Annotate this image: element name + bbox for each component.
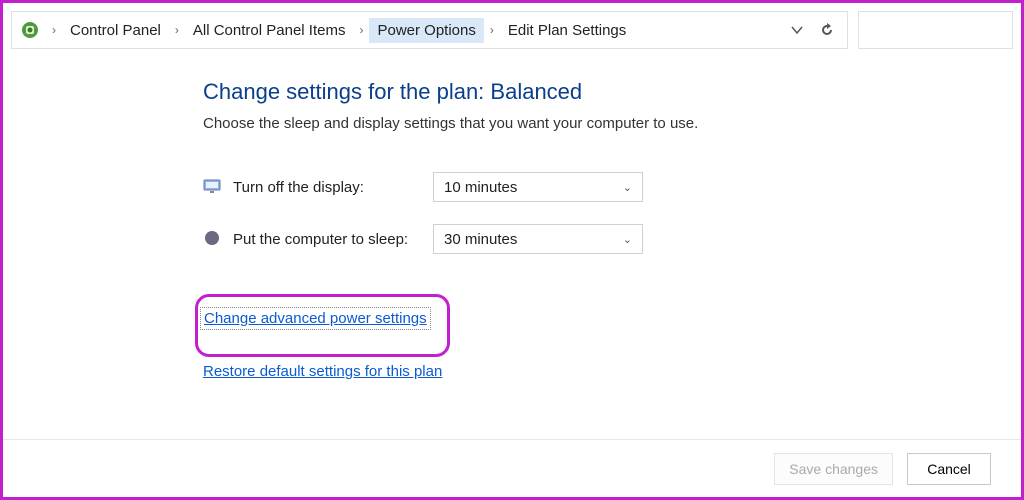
display-icon	[203, 177, 223, 197]
history-dropdown-icon[interactable]	[783, 16, 811, 44]
breadcrumb-control-panel[interactable]: Control Panel	[62, 18, 169, 43]
links-group: Change advanced power settings Restore d…	[203, 294, 1021, 394]
search-input[interactable]	[858, 11, 1013, 49]
highlight-annotation: Change advanced power settings	[195, 294, 450, 357]
chevron-right-icon[interactable]: ›	[355, 23, 367, 37]
sleep-icon	[203, 229, 223, 249]
chevron-right-icon[interactable]: ›	[486, 23, 498, 37]
sleep-timeout-dropdown[interactable]: 30 minutes ⌄	[433, 224, 643, 254]
chevron-right-icon[interactable]: ›	[171, 23, 183, 37]
cancel-button[interactable]: Cancel	[907, 453, 991, 485]
breadcrumb-all-items[interactable]: All Control Panel Items	[185, 18, 354, 43]
sleep-label: Put the computer to sleep:	[233, 231, 433, 248]
setting-row-sleep: Put the computer to sleep: 30 minutes ⌄	[203, 224, 1021, 254]
display-timeout-value: 10 minutes	[444, 179, 517, 196]
content-area: Change settings for the plan: Balanced C…	[3, 49, 1021, 394]
page-title: Change settings for the plan: Balanced	[203, 79, 1021, 105]
sleep-timeout-value: 30 minutes	[444, 231, 517, 248]
chevron-right-icon[interactable]: ›	[48, 23, 60, 37]
address-bar-area: › Control Panel › All Control Panel Item…	[3, 3, 1021, 49]
footer: Save changes Cancel	[3, 439, 1021, 497]
chevron-down-icon: ⌄	[623, 233, 632, 246]
breadcrumb-power-options[interactable]: Power Options	[369, 18, 483, 43]
save-button: Save changes	[774, 453, 893, 485]
display-timeout-dropdown[interactable]: 10 minutes ⌄	[433, 172, 643, 202]
breadcrumb-edit-plan[interactable]: Edit Plan Settings	[500, 18, 634, 43]
page-subtitle: Choose the sleep and display settings th…	[203, 115, 1021, 132]
breadcrumb[interactable]: › Control Panel › All Control Panel Item…	[11, 11, 848, 49]
chevron-down-icon: ⌄	[623, 181, 632, 194]
restore-defaults-link[interactable]: Restore default settings for this plan	[203, 363, 442, 380]
change-advanced-link[interactable]: Change advanced power settings	[202, 309, 429, 328]
setting-row-display: Turn off the display: 10 minutes ⌄	[203, 172, 1021, 202]
control-panel-icon	[20, 20, 40, 40]
display-label: Turn off the display:	[233, 179, 433, 196]
refresh-icon[interactable]	[813, 16, 841, 44]
